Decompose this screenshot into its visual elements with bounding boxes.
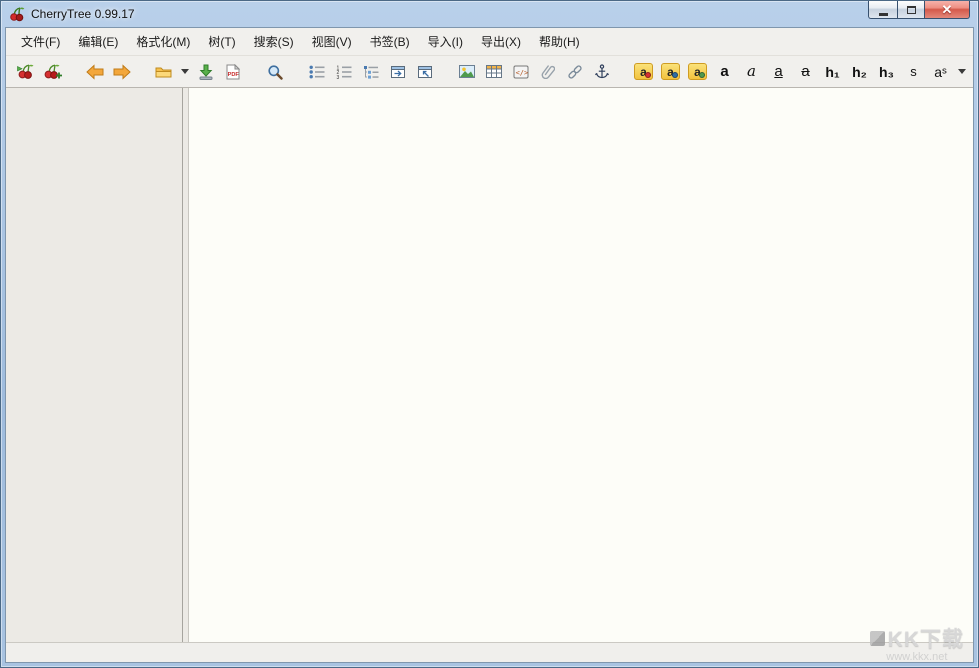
maximize-button[interactable] — [897, 1, 925, 19]
superscript-button[interactable]: aˢ — [927, 59, 954, 85]
toc-list-icon — [363, 65, 379, 79]
underline-button[interactable]: a — [765, 59, 792, 85]
insert-image-icon — [459, 65, 475, 78]
go-back-button[interactable] — [81, 59, 108, 85]
numbered-list-icon: 1 2 3 — [336, 65, 352, 79]
insert-link-button[interactable] — [561, 59, 588, 85]
insert-link-icon — [567, 65, 583, 79]
bulleted-list-icon — [309, 65, 325, 79]
new-subnode-button[interactable] — [39, 59, 66, 85]
bold-icon: a — [720, 64, 728, 79]
tree-editor-splitter[interactable] — [182, 88, 189, 642]
save-icon — [198, 64, 214, 80]
open-file-dropdown-button[interactable] — [177, 59, 192, 85]
insert-anchor-icon — [595, 64, 609, 79]
clear-format-button[interactable]: a — [684, 59, 711, 85]
h3-button[interactable]: h₃ — [873, 59, 900, 85]
menu-export[interactable]: 导出(X) — [472, 28, 530, 55]
insert-table-button[interactable] — [480, 59, 507, 85]
menu-view[interactable]: 视图(V) — [303, 28, 361, 55]
cherrytree-window: CherryTree 0.99.17 ✕ 文件(F) 编辑(E) 格式化(M) … — [0, 0, 979, 668]
menu-format[interactable]: 格式化(M) — [127, 28, 199, 55]
h2-icon: h₂ — [852, 65, 867, 79]
export-pdf-icon: PDF — [226, 64, 240, 80]
menu-edit[interactable]: 编辑(E) — [69, 28, 127, 55]
go-forward-icon — [112, 64, 132, 80]
maximize-icon — [907, 6, 916, 14]
insert-codebox-icon: </> — [513, 65, 529, 79]
menu-file[interactable]: 文件(F) — [12, 28, 69, 55]
expand-window-button[interactable] — [384, 59, 411, 85]
client-area: 文件(F) 编辑(E) 格式化(M) 树(T) 搜索(S) 视图(V) 书签(B… — [5, 27, 974, 663]
expand-window-icon — [390, 65, 406, 79]
h2-button[interactable]: h₂ — [846, 59, 873, 85]
titlebar[interactable]: CherryTree 0.99.17 ✕ — [5, 1, 974, 27]
minimize-icon — [879, 13, 888, 16]
underline-icon: a — [774, 64, 782, 79]
color-foreground-icon: a — [634, 63, 653, 80]
close-icon: ✕ — [942, 3, 953, 16]
strikethrough-icon: a — [801, 64, 809, 79]
h3-icon: h₃ — [879, 65, 894, 79]
cherrytree-app-icon — [9, 6, 25, 22]
strikethrough-button[interactable]: a — [792, 59, 819, 85]
bold-button[interactable]: a — [711, 59, 738, 85]
new-subnode-icon — [44, 64, 62, 80]
collapse-window-button[interactable] — [411, 59, 438, 85]
menu-import[interactable]: 导入(I) — [419, 28, 472, 55]
color-background-icon: a — [661, 63, 680, 80]
menubar: 文件(F) 编辑(E) 格式化(M) 树(T) 搜索(S) 视图(V) 书签(B… — [6, 28, 973, 56]
insert-anchor-button[interactable] — [588, 59, 615, 85]
go-forward-button[interactable] — [108, 59, 135, 85]
numbered-list-button[interactable]: 1 2 3 — [330, 59, 357, 85]
h1-button[interactable]: h₁ — [819, 59, 846, 85]
window-controls: ✕ — [868, 1, 970, 19]
small-icon: s — [910, 65, 917, 78]
attach-file-button[interactable] — [534, 59, 561, 85]
toolbar: PDF — [6, 56, 973, 88]
open-file-icon — [155, 65, 173, 79]
italic-button[interactable]: a — [738, 59, 765, 85]
toolbar-overflow-icon — [958, 69, 966, 74]
insert-image-button[interactable] — [453, 59, 480, 85]
menu-search[interactable]: 搜索(S) — [245, 28, 303, 55]
new-node-icon — [17, 64, 35, 80]
minimize-button[interactable] — [868, 1, 898, 19]
bulleted-list-button[interactable] — [303, 59, 330, 85]
node-tree-panel[interactable] — [6, 88, 182, 642]
svg-text:</>: </> — [515, 69, 528, 77]
find-icon — [267, 64, 283, 80]
menu-bookmarks[interactable]: 书签(B) — [361, 28, 419, 55]
svg-text:PDF: PDF — [227, 72, 239, 78]
menu-tree[interactable]: 树(T) — [199, 28, 244, 55]
save-button[interactable] — [192, 59, 219, 85]
chevron-down-icon — [181, 69, 189, 74]
new-node-button[interactable] — [12, 59, 39, 85]
collapse-window-icon — [417, 65, 433, 79]
go-back-icon — [85, 64, 105, 80]
color-background-button[interactable]: a — [657, 59, 684, 85]
toolbar-overflow-button[interactable] — [954, 59, 969, 85]
italic-icon: a — [747, 64, 756, 79]
insert-codebox-button[interactable]: </> — [507, 59, 534, 85]
find-button[interactable] — [261, 59, 288, 85]
menu-help[interactable]: 帮助(H) — [530, 28, 589, 55]
main-content — [6, 88, 973, 642]
open-file-button[interactable] — [150, 59, 177, 85]
export-pdf-button[interactable]: PDF — [219, 59, 246, 85]
h1-icon: h₁ — [825, 65, 839, 79]
window-title: CherryTree 0.99.17 — [31, 7, 135, 21]
toc-list-button[interactable] — [357, 59, 384, 85]
close-button[interactable]: ✕ — [924, 1, 970, 19]
statusbar — [6, 642, 973, 662]
superscript-icon: aˢ — [934, 65, 947, 79]
text-editor-area[interactable] — [189, 88, 973, 642]
small-text-button[interactable]: s — [900, 59, 927, 85]
color-foreground-button[interactable]: a — [630, 59, 657, 85]
attach-file-icon — [541, 64, 555, 79]
insert-table-icon — [486, 65, 502, 78]
svg-text:3: 3 — [336, 75, 339, 79]
clear-format-icon: a — [688, 63, 707, 80]
